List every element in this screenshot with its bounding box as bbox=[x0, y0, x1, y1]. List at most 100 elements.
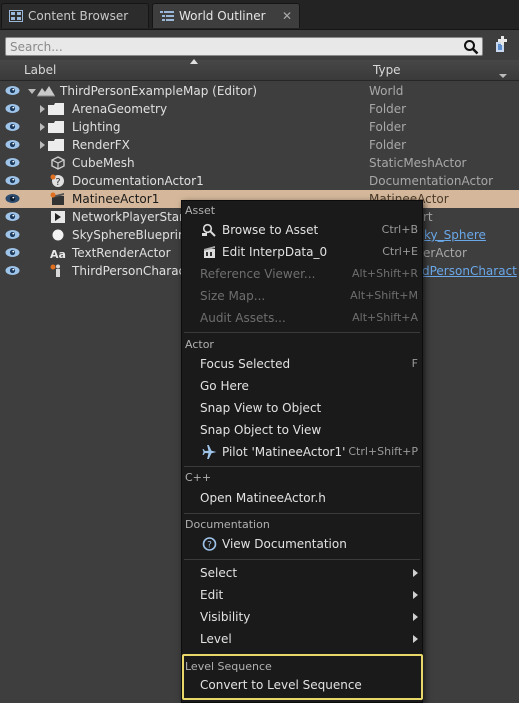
menu-open-header[interactable]: Open MatineeActor.h bbox=[182, 487, 422, 509]
visibility-eye-icon[interactable] bbox=[5, 229, 20, 240]
menu-item-shortcut: Ctrl+B bbox=[381, 223, 418, 236]
search-input[interactable] bbox=[6, 38, 446, 55]
tab-label: Content Browser bbox=[28, 9, 129, 23]
menu-item-label: Convert to Level Sequence bbox=[200, 678, 362, 692]
visibility-eye-icon[interactable] bbox=[5, 121, 20, 132]
row-type: Folder bbox=[369, 120, 407, 134]
tree-row-world[interactable]: ThirdPersonExampleMap (Editor) World bbox=[0, 82, 519, 100]
menu-separator bbox=[184, 332, 420, 333]
menu-item-label: Edit InterpData_0 bbox=[222, 245, 328, 259]
menu-edit-interpdata[interactable]: Edit InterpData_0 Ctrl+E bbox=[182, 241, 422, 263]
section-asset: Asset bbox=[185, 204, 216, 217]
collapse-arrow-icon[interactable] bbox=[28, 89, 36, 94]
search-icon[interactable] bbox=[463, 39, 479, 55]
submenu-level[interactable]: Level bbox=[182, 628, 422, 650]
section-level-sequence: Level Sequence bbox=[185, 660, 272, 673]
column-header: Label Type bbox=[0, 59, 519, 81]
menu-audit-assets[interactable]: Audit Assets... Alt+Shift+A bbox=[182, 307, 422, 329]
column-type[interactable]: Type bbox=[373, 63, 401, 77]
menu-go-here[interactable]: Go Here bbox=[182, 375, 422, 397]
row-type: Folder bbox=[369, 138, 407, 152]
row-type-link[interactable]: dPersonCharact bbox=[422, 262, 517, 280]
tree-row-lighting[interactable]: Lighting Folder bbox=[0, 118, 519, 136]
menu-focus-selected[interactable]: Focus Selected F bbox=[182, 353, 422, 375]
visibility-eye-icon[interactable] bbox=[5, 193, 20, 204]
row-label: RenderFX bbox=[72, 138, 130, 152]
menu-separator bbox=[184, 513, 420, 514]
menu-size-map[interactable]: Size Map... Alt+Shift+M bbox=[182, 285, 422, 307]
airplane-icon bbox=[202, 445, 217, 459]
column-label[interactable]: Label bbox=[24, 63, 56, 77]
submenu-edit[interactable]: Edit bbox=[182, 584, 422, 606]
tree-row-renderfx[interactable]: RenderFX Folder bbox=[0, 136, 519, 154]
menu-browse-to-asset[interactable]: Browse to Asset Ctrl+B bbox=[182, 219, 422, 241]
menu-item-label: Reference Viewer... bbox=[200, 267, 316, 281]
tree-row-cubemesh[interactable]: CubeMesh StaticMeshActor bbox=[0, 154, 519, 172]
visibility-eye-icon[interactable] bbox=[5, 247, 20, 258]
visibility-eye-icon[interactable] bbox=[5, 175, 20, 186]
visibility-eye-icon[interactable] bbox=[5, 157, 20, 168]
visibility-eye-icon[interactable] bbox=[5, 103, 20, 114]
visibility-eye-icon[interactable] bbox=[5, 85, 20, 96]
menu-item-label: Go Here bbox=[200, 379, 249, 393]
row-type-link[interactable]: ky_Sphere bbox=[424, 226, 486, 244]
row-label: ArenaGeometry bbox=[72, 102, 168, 116]
help-icon: ? bbox=[202, 537, 217, 551]
menu-convert-to-level-sequence[interactable]: Convert to Level Sequence bbox=[182, 674, 422, 696]
row-type: rt bbox=[423, 210, 433, 224]
menu-item-label: View Documentation bbox=[222, 537, 347, 551]
row-label: Lighting bbox=[72, 120, 121, 134]
menu-separator bbox=[184, 559, 420, 560]
menu-item-label: Snap Object to View bbox=[200, 423, 322, 437]
visibility-eye-icon[interactable] bbox=[5, 139, 20, 150]
static-mesh-icon bbox=[51, 156, 65, 170]
submenu-visibility[interactable]: Visibility bbox=[182, 606, 422, 628]
row-type: Folder bbox=[369, 102, 407, 116]
matinee-icon bbox=[50, 192, 64, 205]
close-tab-icon[interactable]: ✕ bbox=[282, 4, 292, 29]
svg-text:?: ? bbox=[55, 177, 60, 188]
row-label: CubeMesh bbox=[72, 156, 135, 170]
svg-text:Aa: Aa bbox=[50, 248, 66, 260]
tab-bar: Content Browser World Outliner ✕ bbox=[0, 0, 519, 30]
submenu-select[interactable]: Select bbox=[182, 562, 422, 584]
menu-reference-viewer[interactable]: Reference Viewer... Alt+Shift+R bbox=[182, 263, 422, 285]
expand-arrow-icon[interactable] bbox=[40, 123, 45, 131]
documentation-actor-icon: ? bbox=[50, 174, 64, 188]
row-label: DocumentationActor1 bbox=[72, 174, 204, 188]
sky-sphere-icon bbox=[52, 229, 64, 241]
menu-item-shortcut: Alt+Shift+A bbox=[352, 311, 418, 324]
menu-item-label: Level bbox=[200, 632, 232, 646]
world-outliner-icon bbox=[160, 11, 174, 21]
row-type: erActor bbox=[423, 246, 467, 260]
menu-item-label: Audit Assets... bbox=[200, 311, 286, 325]
row-label: MatineeActor1 bbox=[72, 192, 160, 206]
menu-snap-view-to-object[interactable]: Snap View to Object bbox=[182, 397, 422, 419]
menu-view-documentation[interactable]: ? View Documentation bbox=[182, 533, 422, 555]
visibility-eye-icon[interactable] bbox=[5, 265, 20, 276]
folder-icon bbox=[48, 139, 64, 151]
tree-row-documentationactor1[interactable]: ? DocumentationActor1 DocumentationActor bbox=[0, 172, 519, 190]
edit-interp-icon bbox=[204, 246, 215, 258]
tree-row-arenageometry[interactable]: ArenaGeometry Folder bbox=[0, 100, 519, 118]
menu-snap-object-to-view[interactable]: Snap Object to View bbox=[182, 419, 422, 441]
tab-label: World Outliner bbox=[179, 9, 266, 23]
expand-arrow-icon[interactable] bbox=[40, 105, 45, 113]
visibility-eye-icon[interactable] bbox=[5, 211, 20, 222]
folder-icon bbox=[48, 103, 64, 115]
expand-arrow-icon[interactable] bbox=[40, 141, 45, 149]
column-options-icon[interactable] bbox=[499, 74, 507, 78]
menu-item-label: Size Map... bbox=[200, 289, 266, 303]
submenu-arrow-icon bbox=[413, 635, 418, 643]
row-type: World bbox=[369, 84, 404, 98]
section-actor: Actor bbox=[185, 338, 214, 351]
tab-world-outliner[interactable]: World Outliner ✕ bbox=[152, 3, 300, 28]
menu-item-label: Browse to Asset bbox=[222, 223, 319, 237]
menu-item-label: Pilot 'MatineeActor1' bbox=[222, 445, 346, 459]
tab-content-browser[interactable]: Content Browser bbox=[1, 3, 149, 28]
text-render-icon: Aa bbox=[50, 248, 66, 260]
submenu-arrow-icon bbox=[413, 569, 418, 577]
add-actor-icon[interactable] bbox=[487, 35, 509, 55]
menu-pilot-actor[interactable]: Pilot 'MatineeActor1' Ctrl+Shift+P bbox=[182, 441, 422, 463]
menu-item-shortcut: Ctrl+Shift+P bbox=[348, 445, 418, 458]
